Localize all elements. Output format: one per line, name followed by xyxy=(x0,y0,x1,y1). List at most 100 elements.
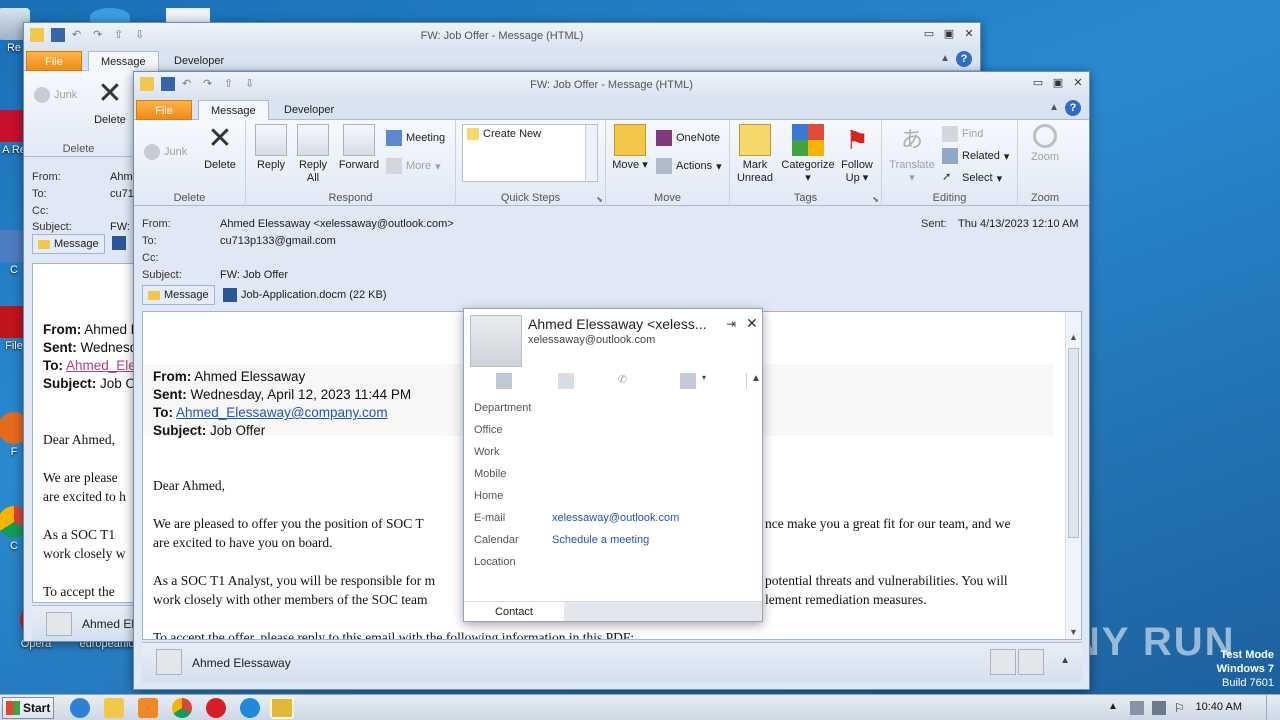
move-button[interactable]: Move ▾ xyxy=(610,124,650,172)
find-button[interactable]: Find xyxy=(942,126,983,142)
categorize-button[interactable]: Categorize ▾ xyxy=(780,124,836,185)
people-pane-name[interactable]: Ahmed El xyxy=(82,617,134,631)
tab-developer[interactable]: Developer xyxy=(272,100,346,120)
edge-icon[interactable] xyxy=(240,698,260,718)
maximize-button[interactable]: ▣ xyxy=(942,27,956,41)
delete-button[interactable]: ✕ Delete xyxy=(200,124,240,172)
avatar-small-1[interactable] xyxy=(990,649,1016,675)
quick-steps-gallery[interactable]: Create New xyxy=(462,124,598,182)
translate-button[interactable]: あ Translate ▾ xyxy=(886,124,938,185)
select-button[interactable]: ➚ Select ▾ xyxy=(942,170,1002,186)
avatar[interactable] xyxy=(46,612,72,636)
start-button[interactable]: Start xyxy=(2,697,54,719)
onenote-icon xyxy=(656,130,672,146)
from-value[interactable]: Ahmed Elessaway <xelessaway@outlook.com> xyxy=(220,218,454,230)
collapse-icon[interactable]: ▲ xyxy=(746,373,762,389)
actions-button[interactable]: Actions ▾ xyxy=(656,158,722,174)
collapse-ribbon-icon[interactable]: ▲ xyxy=(940,53,950,64)
minimize-button[interactable]: ▭ xyxy=(922,27,936,41)
related-button[interactable]: Related ▾ xyxy=(942,148,1009,164)
to-value[interactable]: cu71 xyxy=(110,188,134,200)
network-icon[interactable] xyxy=(1130,701,1144,715)
calendar-icon xyxy=(386,130,402,146)
tab-message[interactable]: Message xyxy=(88,51,159,71)
tab-developer[interactable]: Developer xyxy=(162,51,236,71)
outlook-icon[interactable] xyxy=(270,697,294,719)
ribbon-group-tags: Mark Unread Categorize ▾ ⚑ Follow Up ▾ Tags … xyxy=(730,120,882,206)
to-value[interactable]: cu713p133@gmail.com xyxy=(220,235,336,247)
tab-message[interactable]: Message xyxy=(198,100,269,120)
show-desktop-button[interactable] xyxy=(1266,695,1280,720)
tab-file[interactable]: File xyxy=(136,100,192,120)
pin-icon[interactable]: ⇥ xyxy=(726,317,736,331)
tab-file[interactable]: File xyxy=(26,51,82,71)
zoom-button[interactable]: Zoom xyxy=(1022,124,1068,164)
subject-value: FW: xyxy=(110,221,130,233)
find-label: Find xyxy=(962,128,984,140)
body-to-link[interactable]: Ahmed_Ele xyxy=(66,358,136,373)
help-icon[interactable]: ? xyxy=(956,51,972,67)
chevron-down-icon[interactable]: ▾ xyxy=(702,373,718,389)
close-button[interactable]: ✕ xyxy=(962,27,976,41)
reply-button[interactable]: Reply xyxy=(252,124,290,172)
opera-icon[interactable] xyxy=(206,698,226,718)
body-from-label: From: xyxy=(153,369,192,384)
from-label: From: xyxy=(142,218,171,230)
scroll-up-arrow[interactable]: ▲ xyxy=(1069,332,1078,342)
dialog-launcher-icon[interactable]: ⬊ xyxy=(596,195,603,204)
help-icon[interactable]: ? xyxy=(1065,100,1081,116)
scroll-down-arrow[interactable]: ▼ xyxy=(1069,627,1078,637)
collapse-ribbon-icon[interactable]: ▲ xyxy=(1049,102,1059,113)
delete-icon: ✕ xyxy=(97,77,123,110)
dialog-launcher-icon[interactable]: ⬊ xyxy=(872,195,879,204)
reply-all-button[interactable]: Reply All xyxy=(294,124,332,185)
scroll-thumb[interactable] xyxy=(1068,348,1079,538)
contact-email-link[interactable]: xelessaway@outlook.com xyxy=(552,512,679,524)
group-label: Respond xyxy=(328,192,373,204)
ie-icon[interactable] xyxy=(70,698,90,718)
create-new-quick-step[interactable]: Create New xyxy=(467,128,541,140)
forward-button[interactable]: Forward xyxy=(336,124,382,172)
phone-icon[interactable]: ✆ xyxy=(618,373,634,389)
word-file-icon[interactable] xyxy=(112,236,126,250)
avatar[interactable] xyxy=(156,649,182,675)
ribbon: Junk ✕ Delete Delete Reply Reply All Forwa… xyxy=(134,120,1089,206)
contact-tab[interactable]: Contact xyxy=(464,602,564,621)
monitor-icon[interactable] xyxy=(1152,701,1166,715)
more-button[interactable]: More ▾ xyxy=(386,158,441,174)
body-to-link[interactable]: Ahmed_Elessaway@company.com xyxy=(176,405,388,420)
minimize-button[interactable]: ▭ xyxy=(1031,76,1045,90)
junk-button[interactable]: Junk xyxy=(34,87,77,103)
delete-button[interactable]: ✕ Delete xyxy=(90,79,130,127)
schedule-icon[interactable] xyxy=(680,373,696,389)
chat-icon[interactable] xyxy=(558,373,574,389)
meeting-button[interactable]: Meeting xyxy=(386,130,445,146)
close-button[interactable]: ✕ xyxy=(1071,76,1085,90)
tray-expand-icon[interactable]: ▲ xyxy=(1108,701,1122,715)
message-chip[interactable]: Message xyxy=(142,285,215,305)
message-chip[interactable]: Message xyxy=(32,234,105,254)
from-value[interactable]: Ahm xyxy=(110,171,133,183)
chrome-icon[interactable] xyxy=(172,698,192,718)
media-player-icon[interactable] xyxy=(138,698,158,718)
vertical-scrollbar[interactable]: ▲ ▼ xyxy=(1065,312,1081,639)
explorer-icon[interactable] xyxy=(104,698,124,718)
gallery-scroll[interactable] xyxy=(585,125,597,181)
maximize-button[interactable]: ▣ xyxy=(1051,76,1065,90)
mark-unread-button[interactable]: Mark Unread xyxy=(732,124,778,185)
schedule-meeting-link[interactable]: Schedule a meeting xyxy=(552,534,649,546)
expand-people-pane-icon[interactable]: ▲ xyxy=(1060,655,1070,666)
avatar-small-2[interactable] xyxy=(1018,649,1044,675)
onenote-button[interactable]: OneNote xyxy=(656,130,720,146)
contact-card[interactable]: Ahmed Elessaway <xeless... xelessaway@ou… xyxy=(463,308,763,622)
junk-button[interactable]: Junk xyxy=(144,144,187,160)
people-pane-name[interactable]: Ahmed Elessaway xyxy=(192,656,291,670)
close-icon[interactable]: ✕ xyxy=(746,315,758,332)
title-bar[interactable]: ↶ ↷ ⇧ ⇩ FW: Job Offer - Message (HTML) ▭… xyxy=(24,23,980,49)
title-bar[interactable]: ↶ ↷ ⇧ ⇩ FW: Job Offer - Message (HTML) ▭… xyxy=(134,72,1089,98)
action-center-flag-icon[interactable]: ⚐ xyxy=(1174,701,1188,715)
clock[interactable]: 10:40 AM xyxy=(1196,701,1242,713)
attachment-docm[interactable]: Job-Application.docm (22 KB) xyxy=(218,285,392,305)
email-icon[interactable] xyxy=(496,373,512,389)
follow-up-button[interactable]: ⚑ Follow Up ▾ xyxy=(836,124,878,185)
